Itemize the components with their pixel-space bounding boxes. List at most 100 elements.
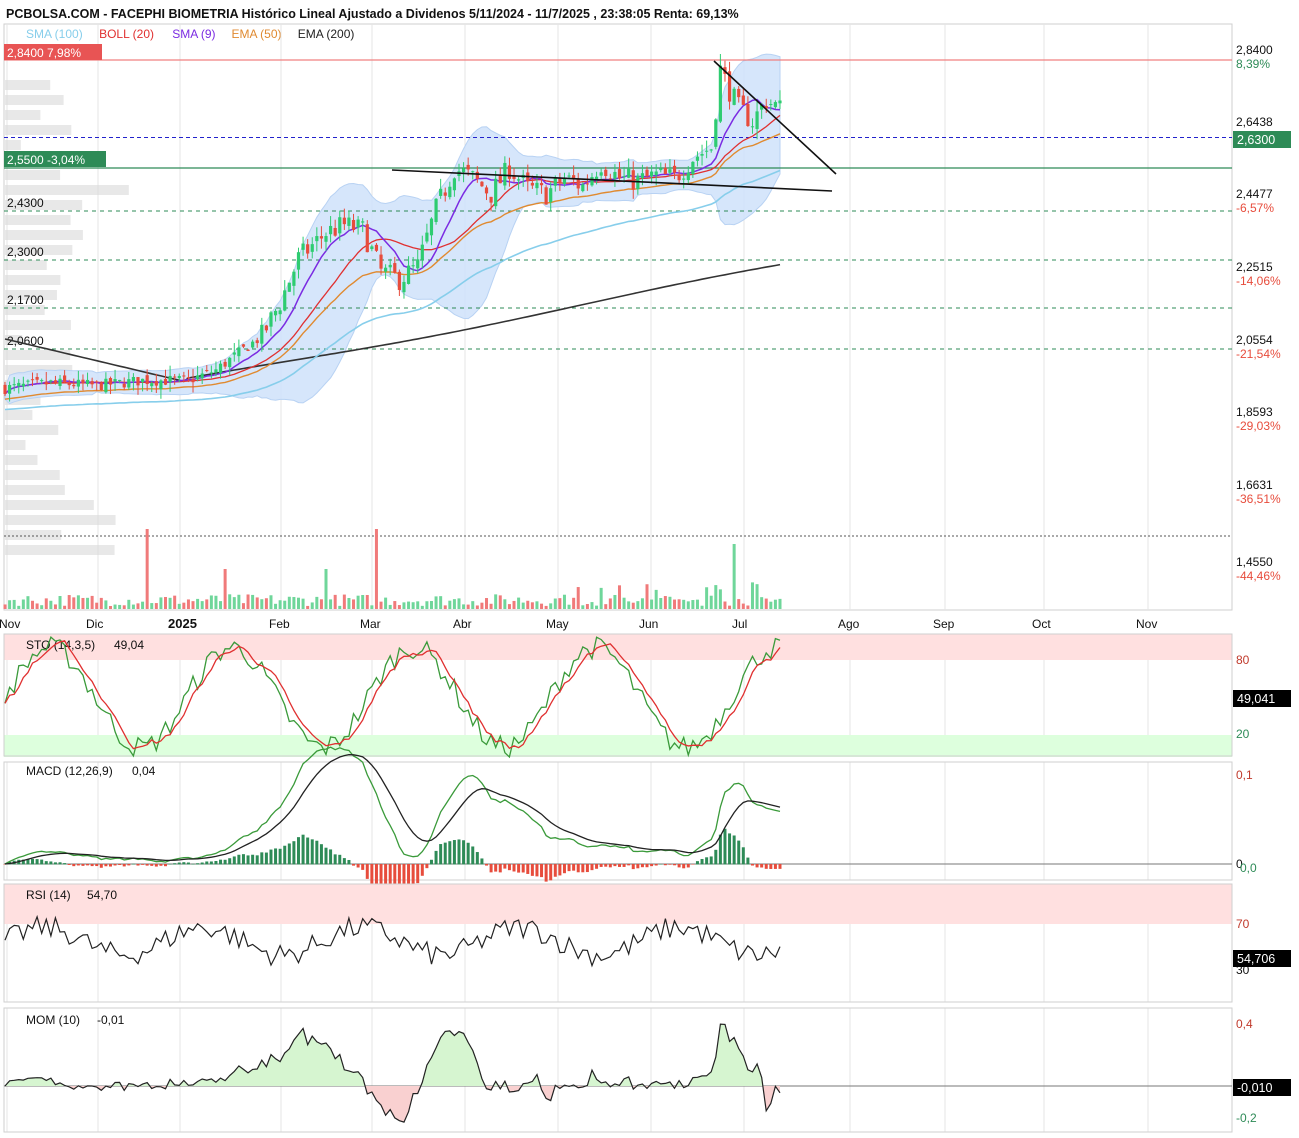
volume-profile-bar [5,545,115,555]
volume-profile-bar [5,485,65,495]
volume-bar [773,599,777,609]
volume-bar [659,598,663,609]
volume-bar [489,603,493,609]
macd-hist-bar [443,842,447,865]
price-tick: 2,2515 [1236,260,1273,274]
panel-frame [3,1007,1233,1133]
macd-hist-bar [485,864,489,866]
candle-body [448,186,452,198]
macd-hist-bar [296,837,300,865]
candle-body [677,174,681,181]
candle-body [425,232,429,242]
candle-body [196,375,200,380]
volume-bar [173,595,177,609]
macd-hist-bar [223,859,227,865]
macd-hist-bar [778,864,782,869]
macd-hist-bar [324,847,328,865]
macd-hist-bar [31,858,35,865]
support-levels: 2,43002,30002,17002,0600 [4,59,1232,537]
price-tick-pct: -6,57% [1236,201,1274,215]
volume-bar [425,601,429,609]
candle-body [576,178,580,189]
candle-body [668,169,672,173]
candle-body [301,243,305,250]
candle-body [21,383,25,387]
candle-body [264,325,268,331]
candle-body [705,150,709,152]
volume-bar [200,601,204,609]
volume-bar [462,604,466,609]
volume-bar [595,605,599,609]
volume-bar [691,600,695,609]
volume-bar [686,601,690,609]
volume-bar [585,604,589,609]
macd-hist-bar [700,858,704,865]
candle-body [306,244,310,254]
candle-body [104,378,108,393]
price-tick-pct: -29,03% [1236,419,1281,433]
candle-body [292,271,296,286]
macd-hist-bar [278,848,282,865]
candle-body [553,177,557,186]
price-tick: 1,6631 [1236,478,1273,492]
candle-body [434,198,438,223]
macd-hist-bar [595,864,599,869]
volume-bar [255,597,259,609]
candle-body [3,384,7,395]
candle-body [590,177,594,186]
macd-hist-bar [122,864,126,867]
macd-hist-bar [540,864,544,878]
macd-hist-bar [40,859,44,865]
macd-hist-bar [503,864,507,869]
volume-bar [12,599,16,609]
volume-bar [760,597,764,609]
macd-hist-bar [420,864,424,876]
candle-body [95,381,99,383]
candle-body [58,378,62,387]
macd-hist-bar [370,864,374,884]
volume-bar [278,600,282,609]
mom-negative-area [5,1086,780,1123]
candle-body [627,168,631,178]
volume-bar [99,597,103,609]
macd-hist-bar [718,834,722,865]
macd-hist-bar [673,864,677,866]
volume-bar [755,584,759,609]
volume-profile-bar [5,275,61,285]
mom-badge: -0,010 [1237,1081,1272,1095]
panel-frame [3,761,1233,881]
macd-hist-bar [705,857,709,865]
candle-body [581,184,585,192]
macd-signal-line [4,753,781,865]
rsi-level: 70 [1236,917,1250,931]
volume-bar [746,605,750,609]
legend-item: SMA (9) [172,27,215,41]
legend-item: BOLL (20) [99,27,154,41]
volume-profile-bar [5,320,71,330]
volume-bar [475,605,479,609]
volume-profile-bar [5,95,64,105]
date-tick: Dic [86,617,103,631]
candle-body [388,264,392,268]
volume-bar [677,599,681,609]
macd-hist-bar [319,844,323,865]
candle-body [241,344,246,347]
macd-hist-bar [104,864,108,867]
macd-hist-bar [636,864,640,869]
volume-bar [562,594,566,609]
candle-body [278,310,282,315]
candle-body [773,102,778,108]
volume-profile-bar [5,80,51,90]
volume-bar [118,604,122,609]
candle-body [269,312,273,327]
candle-body [67,383,71,386]
volume-bar [40,605,44,609]
volume-bar [26,596,30,609]
macd-value: 0,04 [132,764,156,778]
candle-body [778,100,782,104]
candle-body [361,221,365,223]
macd-hist-bar [342,858,346,865]
volume-bar [338,605,342,609]
macd-hist-bar [452,840,456,865]
candle-body [237,347,241,357]
